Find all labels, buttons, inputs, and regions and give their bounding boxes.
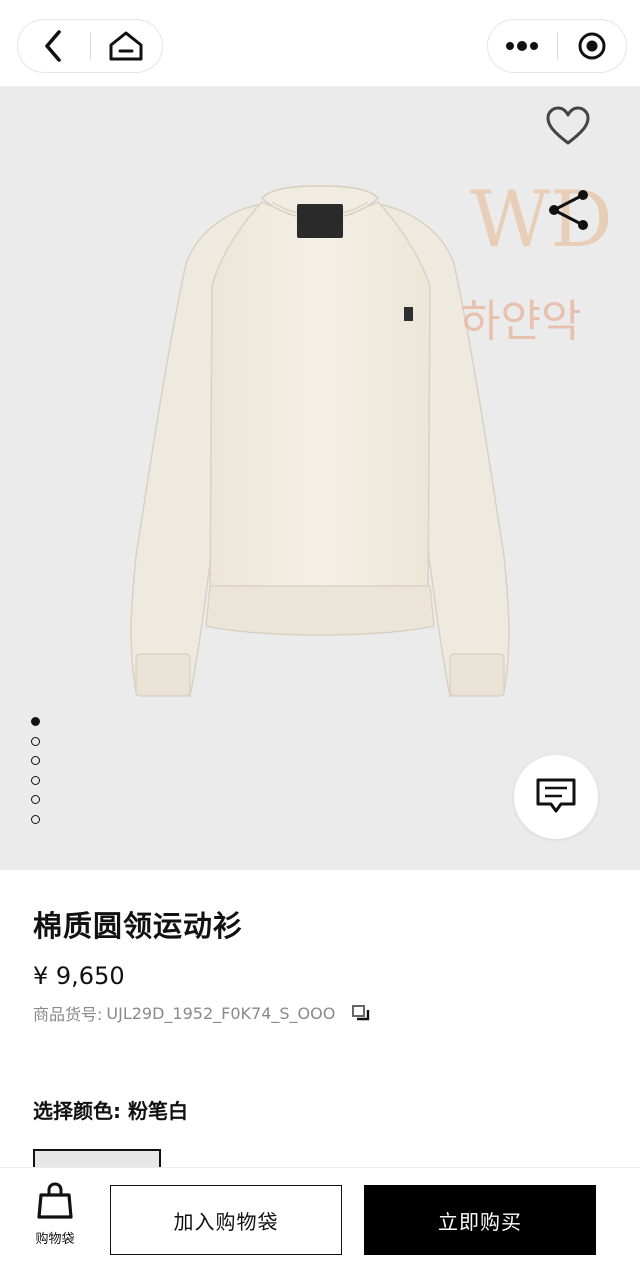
target-icon	[578, 32, 606, 60]
color-selector-label: 选择颜色: 粉笔白	[33, 1099, 188, 1123]
favorite-button[interactable]	[540, 98, 596, 154]
shopping-bag-icon	[37, 1182, 73, 1219]
heart-icon	[546, 106, 590, 145]
home-button[interactable]	[91, 20, 163, 72]
share-icon	[549, 190, 588, 230]
top-nav-bar	[0, 0, 640, 86]
watermark-text-bottom: 하얀악	[460, 296, 581, 347]
chevron-left-icon	[44, 30, 61, 62]
nav-capsule-left	[17, 19, 163, 73]
close-miniprogram-button[interactable]	[557, 20, 626, 72]
share-button[interactable]	[540, 182, 596, 238]
shopping-bag-button[interactable]: 购物袋	[28, 1182, 82, 1247]
more-dots-icon	[506, 41, 539, 51]
sku-row: 商品货号: UJL29D_1952_F0K74_S_OOO	[33, 1001, 371, 1025]
product-info: 棉质圆领运动衫 ¥ 9,650 商品货号: UJL29D_1952_F0K74_…	[0, 870, 640, 1189]
sku-value: UJL29D_1952_F0K74_S_OOO	[106, 1003, 336, 1023]
bottom-action-bar: 购物袋 加入购物袋 立即购买	[0, 1167, 640, 1280]
more-button[interactable]	[488, 20, 557, 72]
product-gallery[interactable]: WD 하얀악	[0, 86, 640, 870]
gallery-dot[interactable]	[31, 775, 40, 785]
product-price: ¥ 9,650	[33, 962, 125, 990]
add-to-bag-button[interactable]: 加入购物袋	[110, 1185, 342, 1255]
gallery-dot[interactable]	[31, 717, 40, 726]
chat-icon	[536, 778, 576, 813]
product-title: 棉质圆领运动衫	[33, 909, 244, 943]
copy-sku-button[interactable]	[351, 1004, 371, 1022]
home-icon	[109, 31, 143, 61]
gallery-dot[interactable]	[31, 814, 40, 824]
nav-capsule-right	[487, 19, 627, 73]
chat-button[interactable]	[514, 755, 598, 839]
back-button[interactable]	[18, 20, 90, 72]
gallery-dot[interactable]	[31, 736, 40, 746]
gallery-dot[interactable]	[31, 756, 40, 765]
buy-now-button[interactable]: 立即购买	[364, 1185, 596, 1255]
gallery-pagination	[31, 717, 43, 834]
shopping-bag-label: 购物袋	[35, 1232, 75, 1247]
copy-icon	[352, 1005, 370, 1021]
sku-label: 商品货号:	[33, 1005, 103, 1024]
gallery-dot[interactable]	[31, 795, 40, 804]
